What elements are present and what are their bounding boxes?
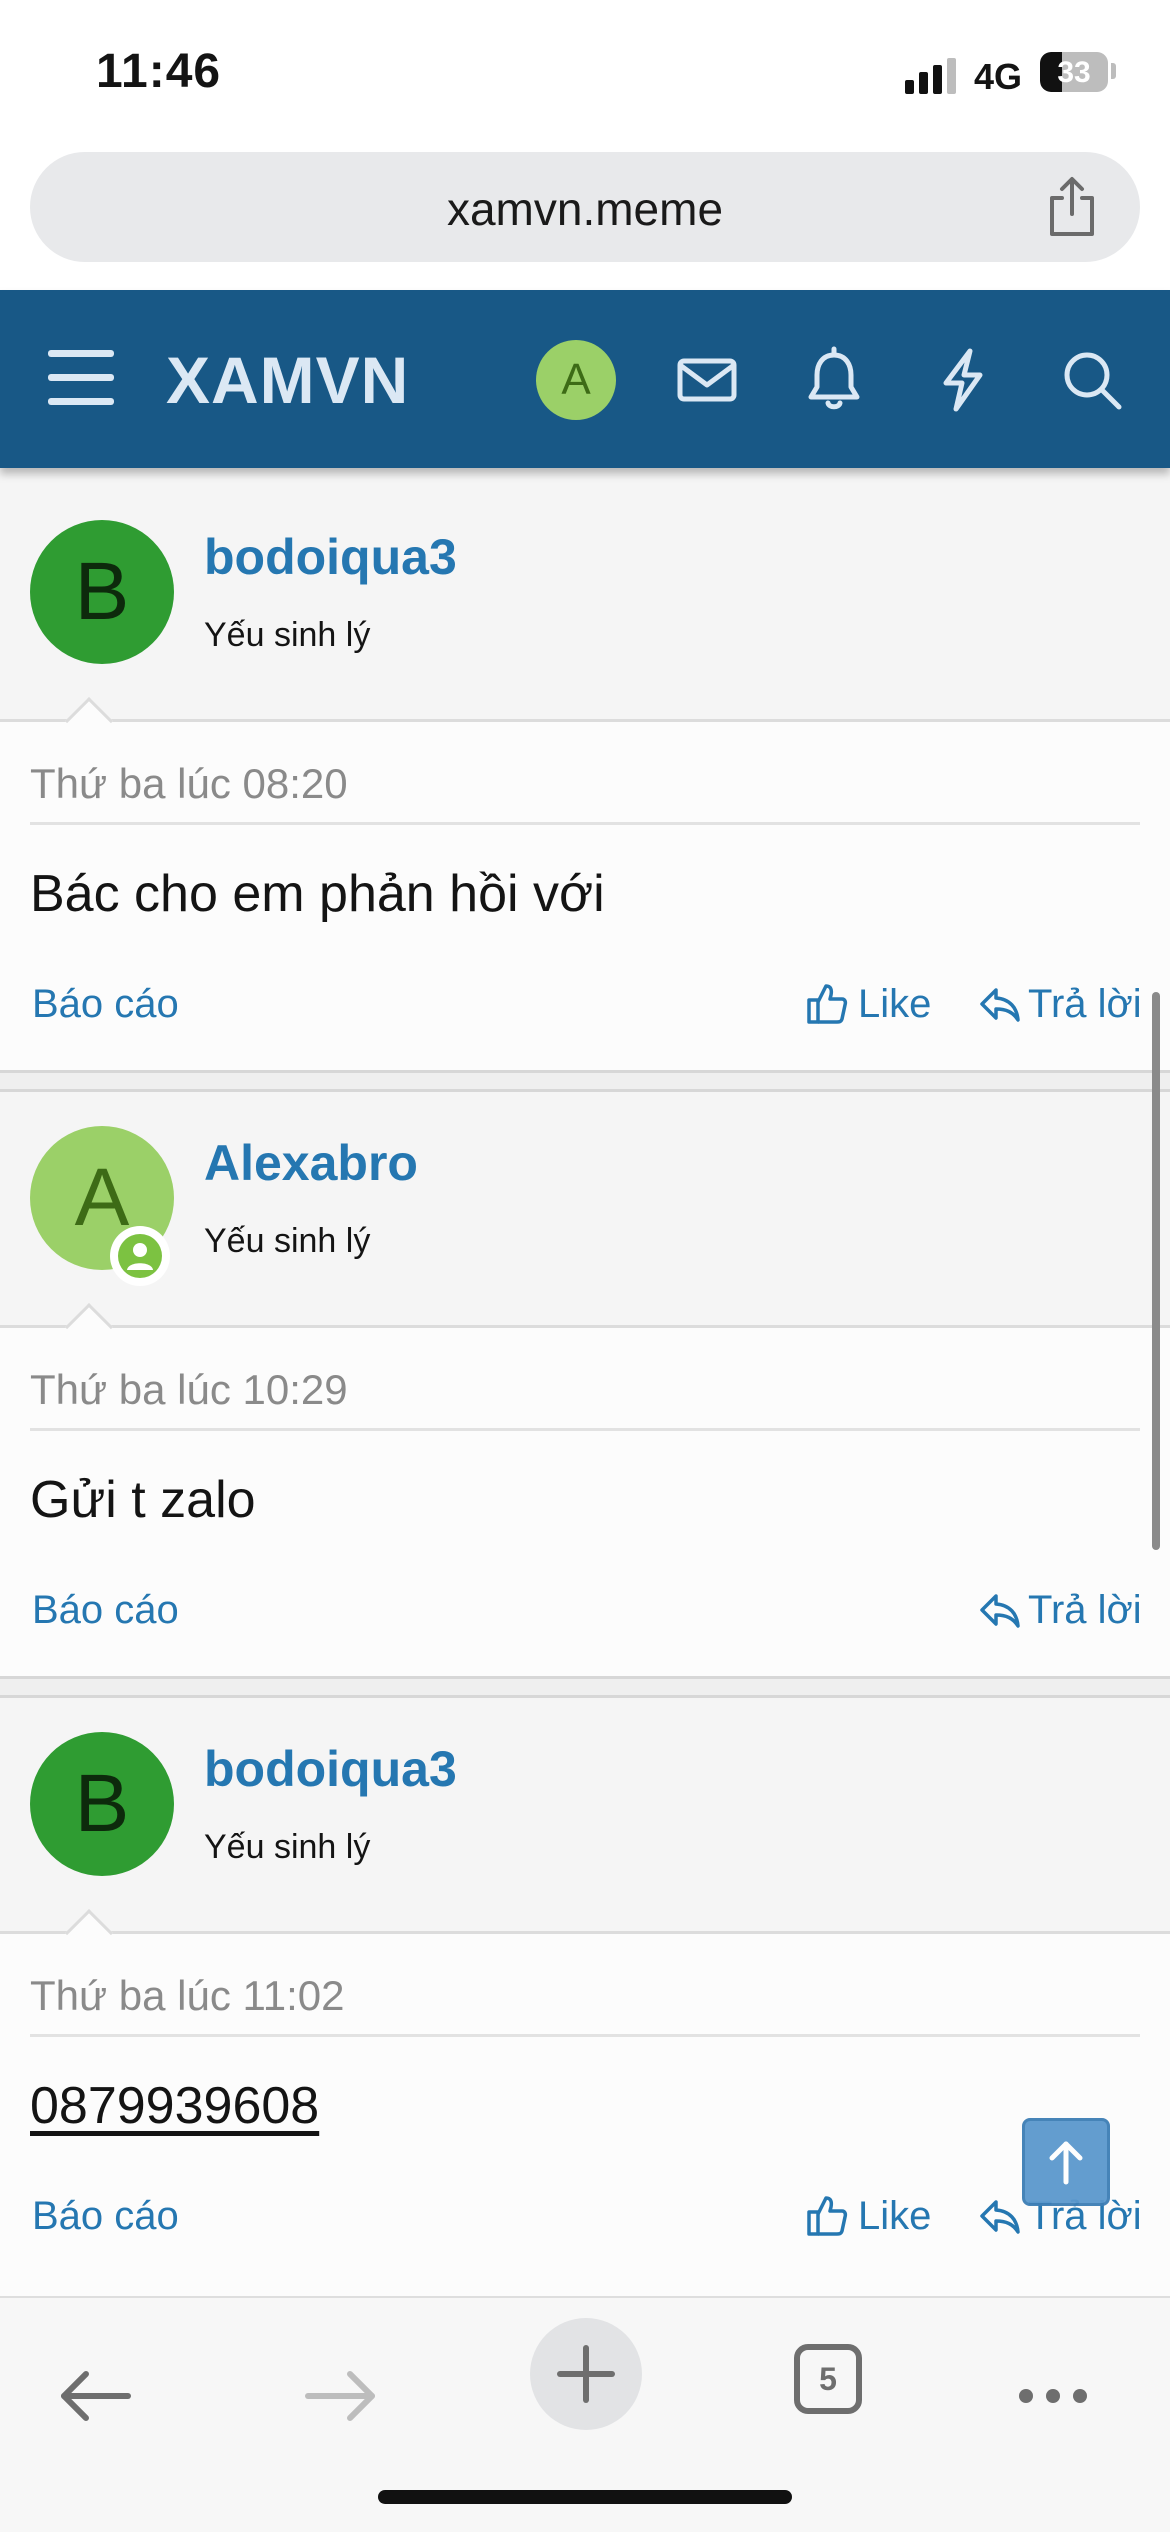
post-body-phone-link[interactable]: 0879939608 [30,2076,319,2136]
account-avatar[interactable]: A [536,340,616,420]
battery-level: 33 [1057,56,1091,89]
lightning-icon[interactable] [928,345,998,415]
post-user-block: B bodoiqua3 Yếu sinh lý [0,1698,1170,1958]
battery-icon: 33 [1040,52,1108,92]
user-title: Yếu sinh lý [204,1222,371,1260]
like-label: Like [858,2194,932,2238]
status-bar: 11:46 4G 33 [0,0,1170,140]
user-title: Yếu sinh lý [204,616,371,654]
thumbs-up-icon [807,2196,848,2236]
reply-label: Trả lời [1028,1588,1142,1632]
network-type: 4G [974,56,1023,97]
site-logo[interactable]: XAMVN [166,342,409,418]
home-indicator[interactable] [378,2490,792,2504]
user-title: Yếu sinh lý [204,1828,371,1866]
username[interactable]: bodoiqua3 [204,528,457,586]
hamburger-icon[interactable] [48,350,114,406]
post: B bodoiqua3 Yếu sinh lý Thứ ba lúc 08:20… [0,468,1170,1070]
report-link[interactable]: Báo cáo [32,982,179,1027]
back-arrow-icon[interactable] [40,2330,150,2440]
post-body: Bác cho em phản hồi với [30,865,605,923]
reply-icon [980,2200,1020,2234]
url-text[interactable]: xamvn.meme [30,182,1140,236]
post: B bodoiqua3 Yếu sinh lý Thứ ba lúc 11:02… [0,1698,1170,2298]
share-icon[interactable] [1042,176,1102,238]
search-icon[interactable] [1057,345,1127,415]
post-user-block: A Alexabro Yếu sinh lý [0,1092,1170,1352]
reply-icon [980,988,1020,1022]
mail-icon[interactable] [672,345,742,415]
plus-icon [557,2345,615,2403]
thumbs-up-icon [807,984,848,1024]
reply-label: Trả lời [1028,982,1142,1026]
more-icon[interactable] [1000,2330,1110,2440]
like-button[interactable]: Like [806,982,931,1027]
online-status-icon [110,1226,170,1286]
like-button[interactable]: Like [806,2194,931,2239]
post-user-block: B bodoiqua3 Yếu sinh lý [0,468,1170,746]
site-header: XAMVN A [0,290,1170,468]
avatar[interactable]: B [30,1732,174,1876]
post-date[interactable]: Thứ ba lúc 11:02 [30,1972,345,2020]
report-link[interactable]: Báo cáo [32,1588,179,1633]
status-time: 11:46 [96,45,222,98]
username[interactable]: bodoiqua3 [204,1740,457,1798]
reply-button[interactable]: Trả lời [978,982,1142,1027]
username[interactable]: Alexabro [204,1134,418,1192]
back-to-top-button[interactable] [1022,2118,1110,2206]
reply-button[interactable]: Trả lời [978,1588,1142,1633]
bell-icon[interactable] [799,345,869,415]
post-body: Gửi t zalo [30,1471,256,1529]
address-bar[interactable]: xamvn.meme [30,152,1140,262]
scroll-indicator[interactable] [1152,992,1160,1550]
post: A Alexabro Yếu sinh lý Thứ ba lúc 10:29 … [0,1092,1170,1676]
cellular-signal-icon [905,58,956,94]
reply-icon [980,1594,1020,1628]
like-label: Like [858,982,932,1026]
avatar[interactable]: B [30,520,174,664]
post-date[interactable]: Thứ ba lúc 10:29 [30,1366,348,1414]
new-tab-button[interactable] [530,2318,642,2430]
post-date[interactable]: Thứ ba lúc 08:20 [30,760,348,808]
arrow-up-icon [1049,2141,1083,2185]
tabs-button[interactable]: 5 [794,2344,862,2414]
forward-arrow-icon[interactable] [286,2330,396,2440]
report-link[interactable]: Báo cáo [32,2194,179,2239]
